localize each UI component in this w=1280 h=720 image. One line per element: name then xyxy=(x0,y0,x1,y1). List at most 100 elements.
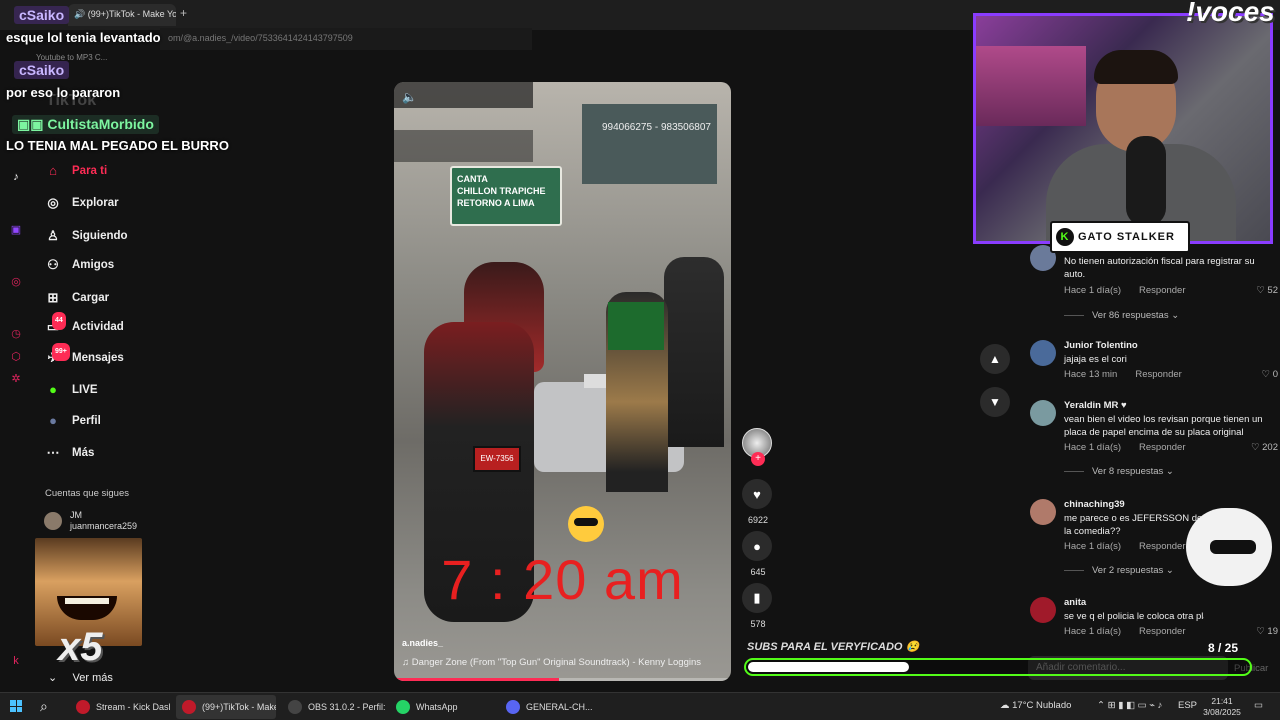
like-button[interactable]: ♥ 6922 xyxy=(742,479,774,525)
comment-user[interactable]: Yeraldin MR ♥ xyxy=(1064,400,1127,411)
video-time-overlay: 7 : 20 am xyxy=(441,548,684,611)
nav-amigos[interactable]: ⚇ Amigos xyxy=(44,254,114,276)
profile-icon: ● xyxy=(49,413,57,428)
discord-icon xyxy=(506,700,520,714)
comment-text: me parece o es JEFERSSON de la comedia?? xyxy=(1064,513,1203,537)
avatar[interactable] xyxy=(1030,340,1056,366)
taskbar-app-tiktok[interactable]: (99+)TikTok - Make... xyxy=(176,695,276,719)
view-replies-button[interactable]: Ver 86 respuestas ⌄ xyxy=(1064,310,1179,321)
streamer-name-tag: K GATO STALKER xyxy=(1050,221,1190,253)
comment-item: Yeraldin MR ♥ vean bien el video los rev… xyxy=(1030,400,1278,485)
taskbar-app-discord[interactable]: GENERAL-CH... xyxy=(500,695,600,719)
comment-time: Hace 1 día(s) xyxy=(1064,541,1122,552)
replies-label: Ver 86 respuestas xyxy=(1092,310,1169,321)
clock-time: 21:41 xyxy=(1211,696,1233,706)
video-player[interactable]: 994066275 - 983506807 CANTA CHILLON TRAP… xyxy=(394,82,731,681)
following-handle: juanmancera259 xyxy=(70,521,138,531)
language-indicator[interactable]: ESP xyxy=(1178,700,1197,711)
video-author[interactable]: a.nadies_ xyxy=(402,638,443,648)
nav-cargar[interactable]: ⊞ Cargar xyxy=(44,287,110,309)
notifications-icon[interactable]: ▭ xyxy=(1254,700,1263,711)
settings-icon[interactable]: ✲ xyxy=(9,372,23,386)
video-music[interactable]: ♫ Danger Zone (From "Top Gun" Original S… xyxy=(402,657,701,668)
kick-logo-icon: K xyxy=(1056,228,1074,246)
see-more-button[interactable]: ⌄ Ver más xyxy=(48,671,113,684)
nav-actividad[interactable]: ▭44 Actividad xyxy=(44,312,124,338)
taskbar-app-whatsapp[interactable]: WhatsApp xyxy=(390,695,490,719)
nav-siguiendo[interactable]: ♙ Siguiendo xyxy=(44,225,127,247)
chat-username: cSaiko xyxy=(14,6,70,24)
reply-button[interactable]: Responder xyxy=(1139,626,1185,637)
microphone-icon xyxy=(1126,136,1166,226)
subs-goal-fill xyxy=(748,662,910,672)
nav-mensajes[interactable]: ✈99+Mensajes xyxy=(44,343,124,369)
chat-username-text: CultistaMorbido xyxy=(47,116,154,132)
comment-time: Hace 1 día(s) xyxy=(1064,626,1122,637)
comment-user[interactable]: chinaching39 xyxy=(1064,499,1125,510)
officer-vest xyxy=(608,302,664,350)
nav-para-ti[interactable]: ⌂ Para ti xyxy=(44,160,107,182)
next-video-button[interactable]: ▼ xyxy=(980,387,1010,417)
comment-item: No tienen autorización fiscal para regis… xyxy=(1030,245,1278,330)
obs-icon xyxy=(288,700,302,714)
view-replies-button[interactable]: Ver 8 respuestas ⌄ xyxy=(1064,466,1174,477)
nav-live[interactable]: ● LIVE xyxy=(44,379,98,401)
avatar[interactable] xyxy=(1030,400,1056,426)
view-replies-button[interactable]: Ver 2 respuestas ⌄ xyxy=(1064,565,1174,576)
comment-button[interactable]: ● 645 xyxy=(742,531,774,577)
comment-like[interactable]: ♡ 19 xyxy=(1256,626,1278,637)
messages-badge: 99+ xyxy=(52,343,70,361)
road-sign: CANTA CHILLON TRAPICHE RETORNO A LIMA xyxy=(450,166,562,226)
comment-user[interactable]: anita xyxy=(1064,597,1086,608)
nav-perfil[interactable]: ● Perfil xyxy=(44,410,101,432)
volume-icon[interactable]: 🔈 xyxy=(402,90,417,104)
comment-count: 645 xyxy=(750,567,766,577)
clock-date: 3/08/2025 xyxy=(1203,707,1241,717)
weather-widget[interactable]: ☁ 17°C Nublado xyxy=(1000,700,1071,711)
taskbar-app-kick[interactable]: Stream - Kick Dash... xyxy=(70,695,170,719)
reply-button[interactable]: Responder xyxy=(1139,285,1185,296)
taskbar-app-label: OBS 31.0.2 - Perfil: ... xyxy=(308,702,386,712)
reply-button[interactable]: Responder xyxy=(1139,442,1185,453)
browser-tab-tiktok[interactable]: 🔊 (99+)TikTok - Make Yo xyxy=(68,4,176,26)
avatar[interactable] xyxy=(1030,597,1056,623)
twitch-icon[interactable]: ▣ xyxy=(9,223,23,237)
nav-explorar[interactable]: ◎ Explorar xyxy=(44,192,118,214)
save-button[interactable]: ▮ 578 xyxy=(742,583,774,629)
reply-button[interactable]: Responder xyxy=(1139,541,1185,552)
shield-icon[interactable]: ⬡ xyxy=(9,350,23,364)
taskbar-app-label: WhatsApp xyxy=(416,702,458,712)
comment-text: No tienen autorización fiscal para regis… xyxy=(1064,256,1255,280)
chat-message: esque lol tenia levantado xyxy=(6,30,161,45)
webcam-feed xyxy=(973,13,1273,244)
reply-button[interactable]: Responder xyxy=(1135,369,1181,380)
video-progress[interactable] xyxy=(394,678,731,681)
browser-app-icon xyxy=(182,700,196,714)
clock[interactable]: 21:41 3/08/2025 xyxy=(1200,696,1244,718)
comment-like[interactable]: ♡ 202 xyxy=(1251,442,1278,453)
follow-plus-icon[interactable]: + xyxy=(751,452,765,466)
webcam-person-hair xyxy=(1094,50,1178,84)
new-tab-button[interactable]: + xyxy=(180,6,187,20)
comment-like[interactable]: ♡ 52 xyxy=(1256,285,1278,296)
kick-icon[interactable]: k xyxy=(9,655,23,669)
comment-user[interactable]: Junior Tolentino xyxy=(1064,340,1138,351)
comment-meta: Hace 13 min Responder xyxy=(1064,369,1200,380)
taskbar-app-obs[interactable]: OBS 31.0.2 - Perfil: ... xyxy=(282,695,386,719)
following-user[interactable]: JM juanmancera259 xyxy=(44,510,137,532)
record-icon[interactable]: ◎ xyxy=(9,275,23,289)
tiktok-logo-icon[interactable]: ♪ xyxy=(9,171,23,185)
messages-icon: ✈99+ xyxy=(44,343,70,367)
save-count: 578 xyxy=(750,619,766,629)
clock-icon[interactable]: ◷ xyxy=(9,327,23,341)
comment-item: Junior Tolentino jajaja es el cori Hace … xyxy=(1030,340,1278,385)
comment-like[interactable]: ♡ 0 xyxy=(1262,369,1278,380)
nav-mas[interactable]: ⋯ Más xyxy=(44,442,95,464)
address-bar[interactable]: om/@a.nadies_/video/7533641424143797509 xyxy=(160,28,532,50)
avatar[interactable] xyxy=(1030,499,1056,525)
search-icon[interactable]: ⌕ xyxy=(40,698,48,715)
windows-start-icon[interactable] xyxy=(10,700,22,712)
previous-video-button[interactable]: ▲ xyxy=(980,344,1010,374)
tray-icons[interactable]: ⌃ ⊞ ▮ ◧ ▭ ⌁ ♪ xyxy=(1097,700,1162,711)
author-avatar-button[interactable]: + xyxy=(742,428,774,466)
